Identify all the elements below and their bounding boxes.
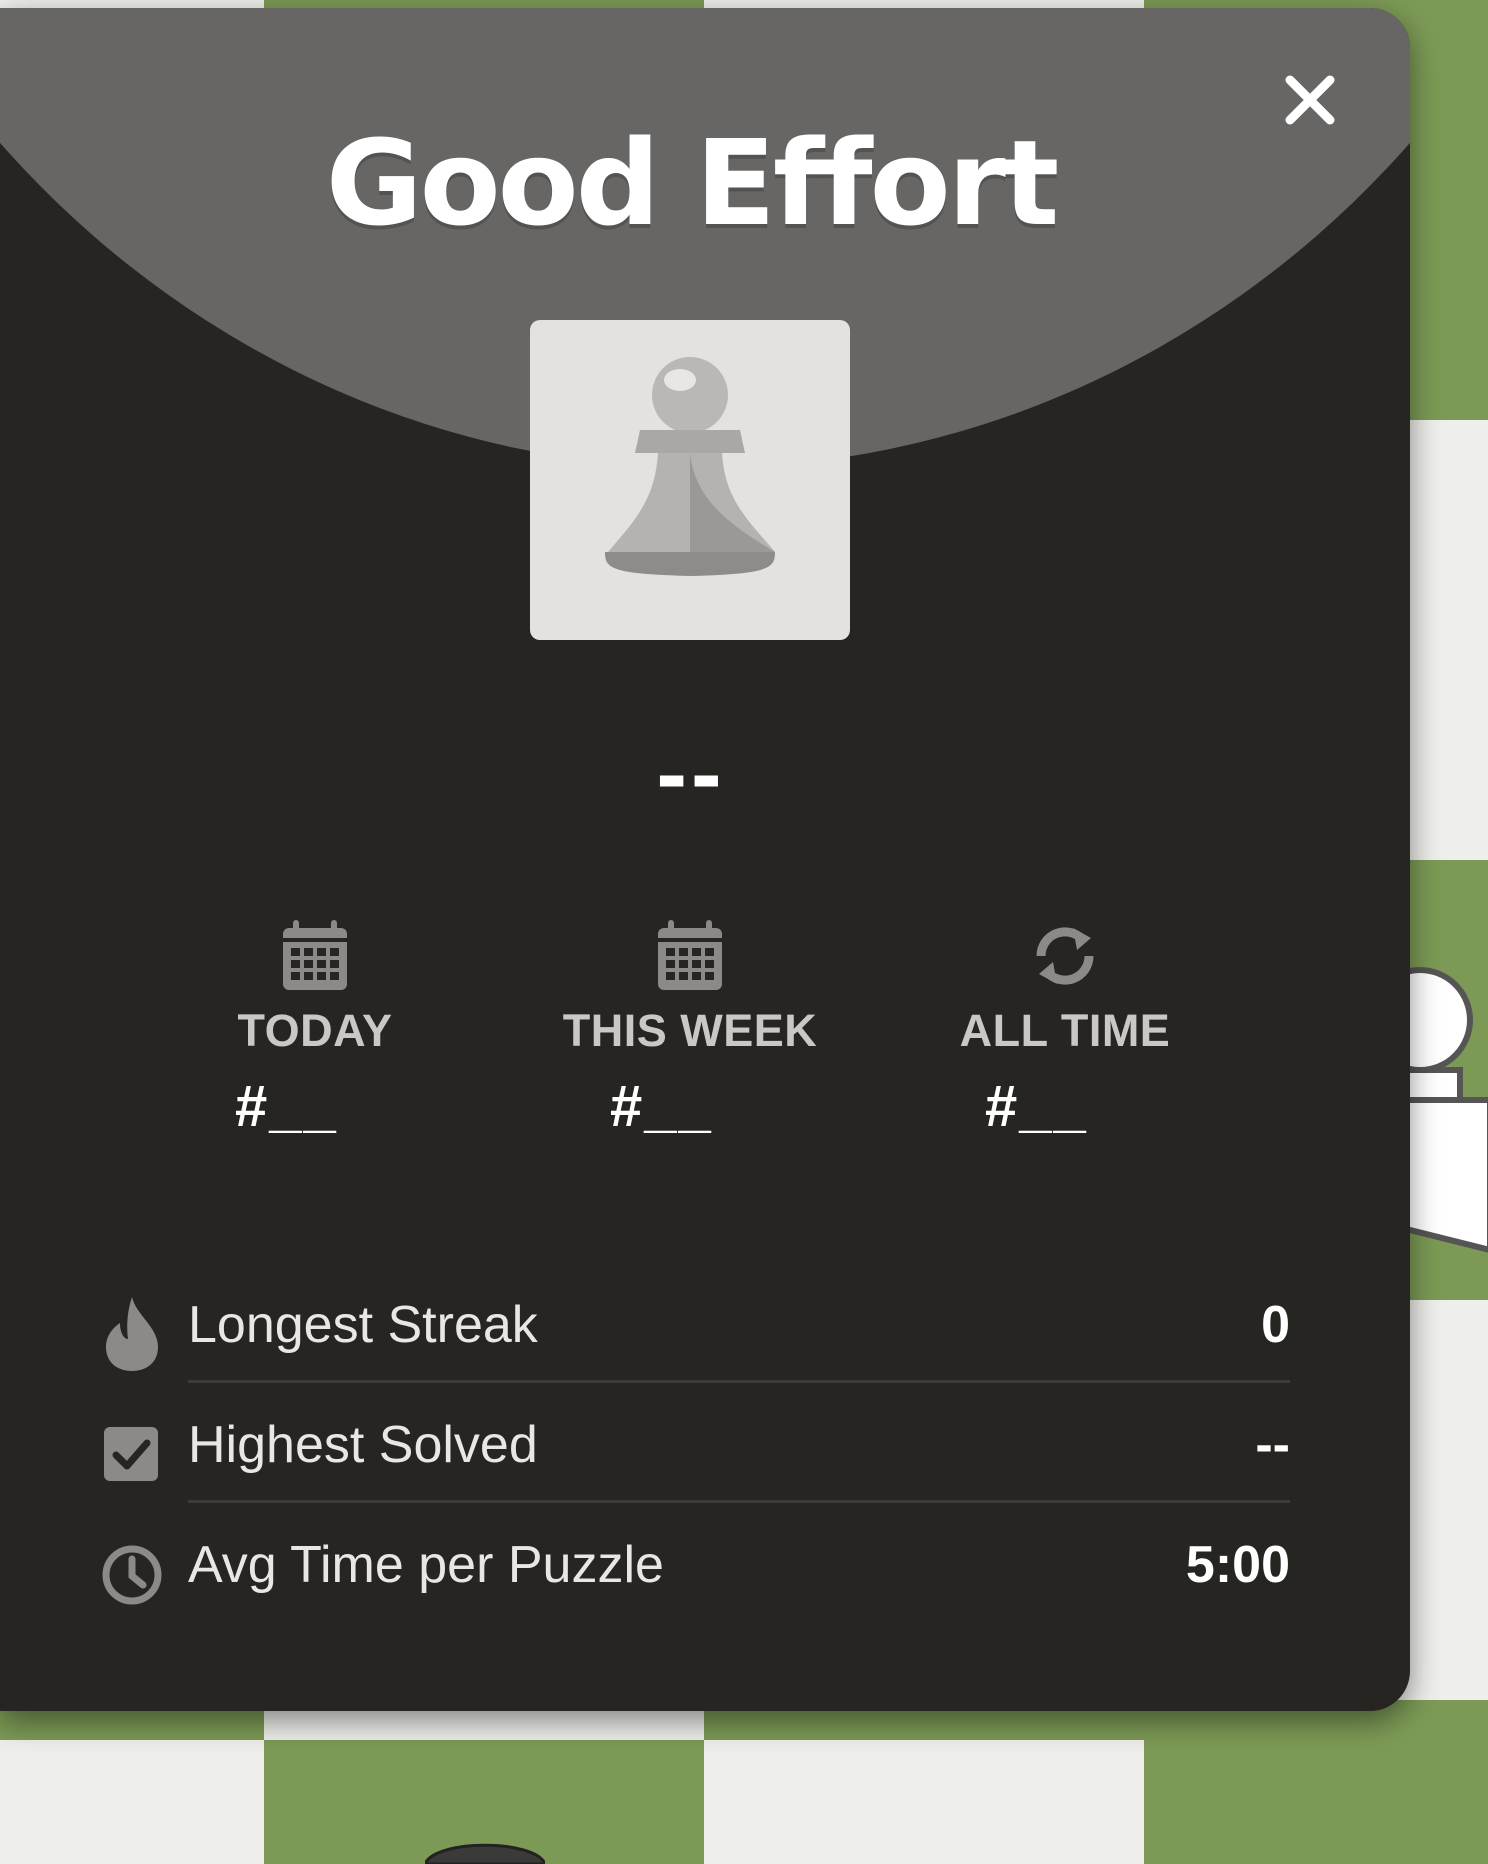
pawn-icon <box>605 357 775 576</box>
stat-label: Highest Solved <box>188 1416 538 1474</box>
board-square <box>1144 1740 1488 1864</box>
rank-label: TODAY <box>237 1005 393 1056</box>
black-pawn-piece <box>425 1843 545 1864</box>
rank-value: #__ <box>235 1074 338 1139</box>
board-square <box>704 1740 1144 1864</box>
stat-row-avg-time: Avg Time per Puzzle 5:00 <box>100 1503 1290 1623</box>
refresh-icon <box>1036 927 1094 985</box>
pawn-avatar <box>530 320 850 640</box>
checkbox-icon <box>104 1427 158 1481</box>
stats-list: Longest Streak 0 Highest Solved -- Avg T… <box>100 1263 1290 1623</box>
stat-label: Avg Time per Puzzle <box>188 1536 664 1594</box>
puzzle-result-modal: Good Effort -- TODAY #__ THIS WEEK #__ A… <box>0 8 1410 1711</box>
calendar-icon <box>283 920 347 990</box>
rank-label: THIS WEEK <box>562 1005 818 1056</box>
rank-all-time: ALL TIME #__ <box>905 916 1225 1142</box>
rank-label: ALL TIME <box>959 1005 1171 1056</box>
rank-this-week: THIS WEEK #__ <box>530 916 850 1142</box>
stat-value: 0 <box>1261 1296 1290 1354</box>
board-square <box>0 1740 264 1864</box>
stat-label: Longest Streak <box>188 1296 538 1354</box>
stat-row-highest-solved: Highest Solved -- <box>100 1383 1290 1503</box>
stat-row-longest-streak: Longest Streak 0 <box>100 1263 1290 1383</box>
clock-icon <box>102 1545 162 1605</box>
rank-today: TODAY #__ <box>155 916 475 1142</box>
modal-title: Good Effort <box>325 114 1060 252</box>
rank-value: #__ <box>610 1074 713 1139</box>
rating-value: -- <box>656 723 726 825</box>
rank-value: #__ <box>985 1074 1088 1139</box>
calendar-icon <box>658 920 722 990</box>
stat-value: 5:00 <box>1185 1536 1290 1594</box>
stat-value: -- <box>1255 1416 1290 1474</box>
flame-icon <box>106 1297 158 1371</box>
